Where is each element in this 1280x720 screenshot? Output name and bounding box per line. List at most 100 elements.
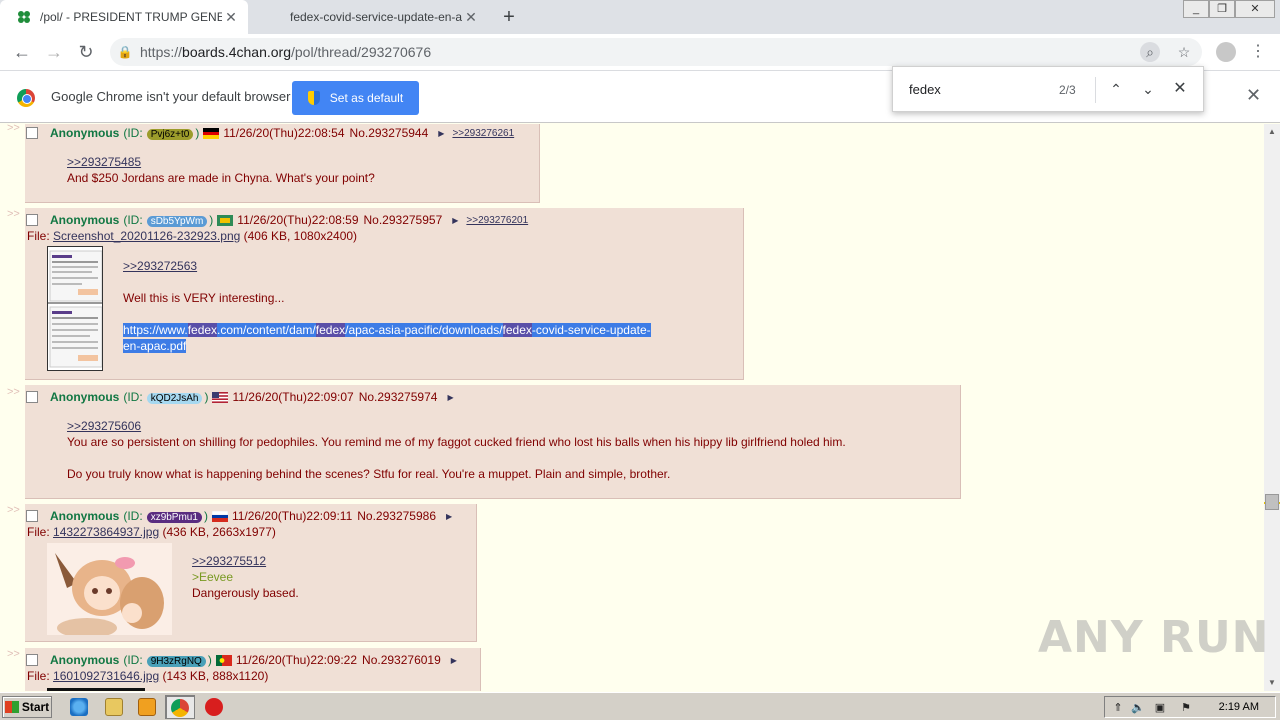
- find-close-icon[interactable]: ✕: [1169, 78, 1191, 100]
- post-header: Anonymous (ID: Pvj6z+t0) 11/26/20(Thu)22:…: [26, 126, 514, 140]
- stop-security-icon[interactable]: [205, 698, 223, 716]
- network-icon[interactable]: ▣: [1153, 701, 1167, 715]
- address-bar[interactable]: 🔒 https://boards.4chan.org/pol/thread/29…: [110, 38, 1202, 66]
- poster-id[interactable]: Pvj6z+t0: [146, 129, 194, 140]
- close-infobar-icon[interactable]: ✕: [1246, 85, 1261, 106]
- backlink[interactable]: >>293276201: [466, 215, 528, 226]
- tab-title: /pol/ - PRESIDENT TRUMP GENERAL: [40, 10, 222, 24]
- poster-id[interactable]: sDb5YpWm: [146, 216, 208, 227]
- poster-id-label: (ID: xz9bPmu1): [123, 509, 208, 523]
- screenshot-thumbnail[interactable]: [47, 246, 103, 371]
- anime-image-thumbnail[interactable]: [47, 543, 172, 635]
- menu-kebab-icon[interactable]: ⋮: [1250, 40, 1266, 64]
- poster-name: Anonymous: [50, 653, 120, 667]
- file-info: File: 1432273864937.jpg (436 KB, 2663x19…: [27, 525, 276, 539]
- post-datetime: 11/26/20(Thu)22:09:07: [232, 390, 354, 404]
- poster-name: Anonymous: [50, 126, 120, 140]
- close-tab-icon[interactable]: ✕: [222, 9, 240, 26]
- anyrun-watermark: ANY RUN: [1038, 612, 1270, 663]
- file-link[interactable]: Screenshot_20201126-232923.png: [53, 229, 240, 243]
- system-tray: ⇑ 🔈 ▣ ⚑ 2:19 AM: [1104, 696, 1276, 718]
- find-next-icon[interactable]: ⌄: [1137, 78, 1159, 100]
- post-checkbox[interactable]: [26, 214, 38, 226]
- internet-explorer-icon[interactable]: [70, 698, 88, 716]
- post-datetime: 11/26/20(Thu)22:09:22: [235, 653, 358, 667]
- post-menu-arrow-icon[interactable]: ▶: [452, 216, 458, 225]
- find-previous-icon[interactable]: ⌃: [1105, 78, 1127, 100]
- quote-link[interactable]: >>293275485: [67, 154, 375, 170]
- profile-avatar-icon[interactable]: [1216, 42, 1236, 62]
- volume-icon[interactable]: 🔈: [1131, 701, 1145, 715]
- post-header: Anonymous (ID: sDb5YpWm) 11/26/20(Thu)22:…: [26, 213, 528, 227]
- poster-id[interactable]: xz9bPmu1: [146, 512, 202, 523]
- poster-id-label: (ID: kQD2JsAh): [123, 390, 209, 404]
- post-menu-arrow-icon[interactable]: ▶: [446, 512, 452, 521]
- file-info: File: 1601092731646.jpg (143 KB, 888x112…: [27, 669, 269, 683]
- post-text: Dangerously based.: [192, 586, 299, 600]
- clock[interactable]: 2:19 AM: [1219, 701, 1259, 713]
- selected-url-text[interactable]: https://www.fedex.com/content/dam/fedex/…: [123, 322, 723, 354]
- back-arrow-icon[interactable]: ←: [10, 40, 34, 64]
- bookmark-star-icon[interactable]: ☆: [1174, 42, 1194, 62]
- file-link[interactable]: 1432273864937.jpg: [53, 525, 159, 539]
- post-datetime: 11/26/20(Thu)22:09:11: [231, 509, 353, 523]
- tab-strip: /pol/ - PRESIDENT TRUMP GENERAL ✕ fedex-…: [0, 0, 1280, 34]
- quote-link[interactable]: >>293272563: [123, 258, 723, 274]
- poster-name: Anonymous: [50, 213, 120, 227]
- poster-name: Anonymous: [50, 509, 120, 523]
- backlink[interactable]: >>293276261: [452, 128, 514, 139]
- media-player-icon[interactable]: [138, 698, 156, 716]
- quote-link[interactable]: >>293275512: [192, 553, 299, 569]
- post-checkbox[interactable]: [26, 391, 38, 403]
- find-in-page-icon[interactable]: ⌕: [1140, 42, 1160, 62]
- post-menu-arrow-icon[interactable]: ▶: [447, 393, 453, 402]
- post-datetime: 11/26/20(Thu)22:08:54: [223, 126, 345, 140]
- reload-icon[interactable]: ↻: [74, 40, 98, 64]
- start-button[interactable]: Start: [2, 696, 52, 718]
- windows-logo-icon: [4, 701, 19, 713]
- post-number[interactable]: No.293275986: [357, 509, 436, 523]
- file-explorer-icon[interactable]: [105, 698, 123, 716]
- post-number[interactable]: No.293275957: [364, 213, 443, 227]
- thread-content: >> Anonymous (ID: Pvj6z+t0) 11/26/20(Thu)…: [0, 124, 1264, 691]
- post-checkbox[interactable]: [26, 510, 38, 522]
- action-center-flag-icon[interactable]: ⚑: [1179, 701, 1193, 715]
- set-as-default-button[interactable]: Set as default: [292, 81, 419, 115]
- post-datetime: 11/26/20(Thu)22:08:59: [237, 213, 359, 227]
- post-number[interactable]: No.293275974: [359, 390, 438, 404]
- browser-toolbar: ← → ↻ 🔒 https://boards.4chan.org/pol/thr…: [0, 34, 1280, 70]
- new-tab-button[interactable]: +: [498, 6, 520, 28]
- post-text: You are so persistent on shilling for pe…: [67, 435, 846, 449]
- close-tab-icon[interactable]: ✕: [462, 9, 480, 26]
- quote-link[interactable]: >>293275606: [67, 418, 947, 434]
- scroll-down-icon[interactable]: ▼: [1264, 675, 1280, 691]
- find-input[interactable]: fedex: [909, 82, 941, 97]
- tab-pol-thread[interactable]: /pol/ - PRESIDENT TRUMP GENERAL ✕: [0, 0, 248, 34]
- forward-arrow-icon[interactable]: →: [42, 40, 66, 64]
- post-menu-arrow-icon[interactable]: ▶: [438, 129, 444, 138]
- set-as-default-label: Set as default: [329, 91, 404, 105]
- scrollbar-thumb[interactable]: [1265, 494, 1279, 510]
- poster-id[interactable]: 9H3zRgNQ: [146, 656, 206, 667]
- germany-flag-icon: [203, 127, 220, 139]
- lock-icon[interactable]: 🔒: [110, 45, 140, 59]
- tab-fedex-pdf[interactable]: fedex-covid-service-update-en-apac ✕: [256, 0, 488, 34]
- poster-name: Anonymous: [50, 390, 120, 404]
- poster-id[interactable]: kQD2JsAh: [146, 393, 203, 404]
- url-text: https://boards.4chan.org/pol/thread/2932…: [140, 44, 432, 60]
- flag-icon: [217, 214, 234, 226]
- scroll-up-icon[interactable]: ▲: [1264, 124, 1280, 140]
- post-number[interactable]: No.293275944: [350, 126, 429, 140]
- tray-arrow-icon[interactable]: ⇑: [1111, 701, 1125, 715]
- file-link[interactable]: 1601092731646.jpg: [53, 669, 159, 683]
- image-thumbnail-partial[interactable]: [47, 688, 145, 691]
- post-checkbox[interactable]: [26, 127, 38, 139]
- windows-taskbar: Start ⇑ 🔈 ▣ ⚑ 2:19 AM: [0, 692, 1280, 720]
- minimize-button[interactable]: _: [1183, 0, 1209, 18]
- post-number[interactable]: No.293276019: [362, 653, 441, 667]
- vertical-scrollbar[interactable]: ▲ ▼: [1264, 124, 1280, 691]
- post-menu-arrow-icon[interactable]: ▶: [451, 656, 457, 665]
- post-checkbox[interactable]: [26, 654, 38, 666]
- close-window-button[interactable]: ✕: [1235, 0, 1275, 18]
- restore-button[interactable]: ❐: [1209, 0, 1235, 18]
